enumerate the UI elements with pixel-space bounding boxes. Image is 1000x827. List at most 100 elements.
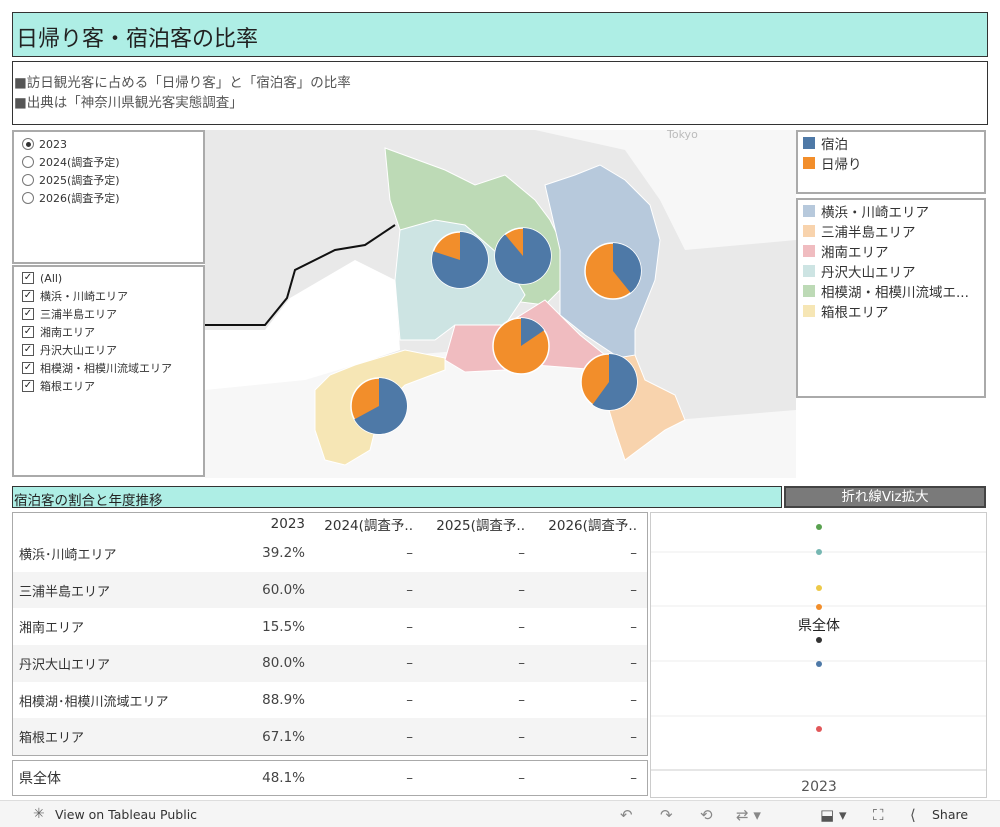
radio-icon[interactable]: [22, 156, 34, 168]
dot-yokohama[interactable]: [816, 661, 822, 667]
table-row[interactable]: 横浜･川崎エリア 39.2% – – –: [13, 535, 647, 572]
refresh-icon[interactable]: ⇄ ▾: [736, 806, 761, 824]
zoom-line-viz-button[interactable]: 折れ線Viz拡大: [784, 486, 986, 508]
pie-4[interactable]: [492, 317, 550, 375]
map-label-tokyo: Tokyo: [666, 130, 698, 141]
table-row[interactable]: 相模湖･相模川流域エリア 88.9% – – –: [13, 682, 647, 719]
legend-item-tanzawa[interactable]: 丹沢大山エリア: [798, 261, 984, 281]
table-total-row[interactable]: 県全体 48.1% – – –: [12, 760, 648, 796]
radio-icon[interactable]: [22, 174, 34, 186]
ratio-table: 2023 2024(調査予.. 2025(調査予.. 2026(調査予.. 横浜…: [12, 512, 648, 756]
table-row[interactable]: 三浦半島エリア 60.0% – – –: [13, 571, 647, 609]
legend-item-stay[interactable]: 宿泊: [798, 133, 984, 153]
year-option-2025[interactable]: 2025(調査予定): [14, 171, 203, 189]
legend-item-shonan[interactable]: 湘南エリア: [798, 241, 984, 261]
cell-value: 88.9%: [262, 692, 305, 709]
view-on-tableau-link[interactable]: View on Tableau Public: [55, 807, 197, 822]
cell-value: –: [518, 692, 525, 709]
dot-plot-canvas[interactable]: 県全体 2023: [651, 513, 986, 797]
area-filter-tanzawa[interactable]: ✓ 丹沢大山エリア: [14, 341, 203, 359]
cell-value: –: [406, 618, 413, 635]
pie-5[interactable]: [580, 353, 638, 411]
pie-3[interactable]: [584, 242, 642, 300]
area-filter-panel: ✓ (All) ✓ 横浜・川崎エリア ✓ 三浦半島エリア ✓ 湘南エリア ✓ 丹…: [12, 265, 205, 477]
area-filter-shonan[interactable]: ✓ 湘南エリア: [14, 323, 203, 341]
table-header-cell[interactable]: 2025(調査予..: [417, 514, 529, 534]
cell-value: –: [630, 770, 637, 786]
checkbox-checked-icon[interactable]: ✓: [22, 380, 34, 392]
dot-shonan[interactable]: [816, 726, 822, 732]
cell-value: –: [630, 655, 637, 672]
fullscreen-icon[interactable]: ⛶: [873, 806, 884, 824]
legend-label: 相模湖・相模川流域エ...: [821, 285, 969, 301]
cell-value: 48.1%: [262, 770, 305, 786]
checkbox-checked-icon[interactable]: ✓: [22, 362, 34, 374]
cell-value: –: [406, 582, 413, 599]
cell-value: –: [518, 618, 525, 635]
dot-prefecture[interactable]: [816, 637, 822, 643]
area-filter-hakone[interactable]: ✓ 箱根エリア: [14, 377, 203, 395]
tableau-logo-icon[interactable]: ✳: [33, 806, 45, 822]
table-row[interactable]: 箱根エリア 67.1% – – –: [13, 718, 647, 756]
undo-icon[interactable]: ↶: [620, 806, 633, 824]
legend-item-yokohama[interactable]: 横浜・川崎エリア: [798, 201, 984, 221]
legend-visitor-type: 宿泊 日帰り: [796, 130, 986, 194]
checkbox-checked-icon[interactable]: ✓: [22, 344, 34, 356]
share-icon[interactable]: ⟨: [910, 806, 916, 824]
checkbox-checked-icon[interactable]: ✓: [22, 272, 34, 284]
share-button[interactable]: Share: [932, 807, 968, 822]
table-row[interactable]: 湘南エリア 15.5% – – –: [13, 608, 647, 645]
legend-label: 箱根エリア: [821, 305, 889, 321]
legend-item-miura[interactable]: 三浦半島エリア: [798, 221, 984, 241]
table-row[interactable]: 丹沢大山エリア 80.0% – – –: [13, 645, 647, 682]
checkbox-checked-icon[interactable]: ✓: [22, 290, 34, 302]
row-name: 箱根エリア: [19, 731, 85, 747]
area-filter-miura[interactable]: ✓ 三浦半島エリア: [14, 305, 203, 323]
legend-area: 横浜・川崎エリア 三浦半島エリア 湘南エリア 丹沢大山エリア 相模湖・相模川流域…: [796, 198, 986, 398]
year-option-2026[interactable]: 2026(調査予定): [14, 189, 203, 207]
description-box: ■訪日観光客に占める「日帰り客」と「宿泊客」の比率 ■出典は「神奈川県観光客実態…: [12, 61, 988, 125]
radio-icon[interactable]: [22, 192, 34, 204]
cell-value: –: [406, 655, 413, 672]
legend-label: 湘南エリア: [821, 245, 889, 261]
radio-selected-icon[interactable]: [22, 138, 34, 150]
legend-item-daytrip[interactable]: 日帰り: [798, 153, 984, 173]
legend-swatch: [803, 157, 815, 169]
cell-value: –: [518, 655, 525, 672]
cell-value: –: [518, 545, 525, 562]
area-filter-label: 湘南エリア: [40, 326, 95, 339]
dot-tanzawa[interactable]: [816, 549, 822, 555]
map-canvas[interactable]: Tokyo: [205, 130, 796, 478]
kanagawa-map[interactable]: Tokyo: [205, 130, 796, 478]
table-header-cell[interactable]: 2024(調査予..: [305, 514, 417, 534]
table-header-cell[interactable]: 2026(調査予..: [529, 514, 641, 534]
area-filter-yokohama[interactable]: ✓ 横浜・川崎エリア: [14, 287, 203, 305]
area-filter-all[interactable]: ✓ (All): [14, 269, 203, 287]
checkbox-checked-icon[interactable]: ✓: [22, 308, 34, 320]
row-name: 横浜･川崎エリア: [19, 547, 117, 563]
dot-hakone[interactable]: [816, 585, 822, 591]
download-icon[interactable]: ⬓ ▾: [820, 806, 846, 824]
dot-miura[interactable]: [816, 604, 822, 610]
legend-label: 宿泊: [821, 137, 848, 153]
legend-item-hakone[interactable]: 箱根エリア: [798, 301, 984, 321]
row-name: 相模湖･相模川流域エリア: [19, 694, 169, 710]
area-filter-sagamiko[interactable]: ✓ 相模湖・相模川流域エリア: [14, 359, 203, 377]
revert-icon[interactable]: ⟲: [700, 806, 713, 824]
year-option-2023[interactable]: 2023: [14, 135, 203, 153]
legend-swatch: [803, 137, 815, 149]
cell-value: –: [630, 618, 637, 635]
checkbox-checked-icon[interactable]: ✓: [22, 326, 34, 338]
pie-slice-stay[interactable]: [495, 228, 552, 284]
legend-item-sagamiko[interactable]: 相模湖・相模川流域エ...: [798, 281, 984, 301]
table-header-cell[interactable]: 2023: [246, 516, 305, 532]
year-option-2024[interactable]: 2024(調査予定): [14, 153, 203, 171]
description-line-1: ■訪日観光客に占める「日帰り客」と「宿泊客」の比率: [14, 75, 351, 91]
pie-6[interactable]: [350, 377, 408, 435]
trend-dot-plot[interactable]: 県全体 2023: [650, 512, 987, 798]
redo-icon[interactable]: ↷: [660, 806, 673, 824]
pie-2[interactable]: [494, 227, 552, 285]
dot-sagamiko[interactable]: [816, 524, 822, 530]
area-filter-label: 三浦半島エリア: [40, 308, 117, 321]
pie-1[interactable]: [431, 231, 489, 289]
